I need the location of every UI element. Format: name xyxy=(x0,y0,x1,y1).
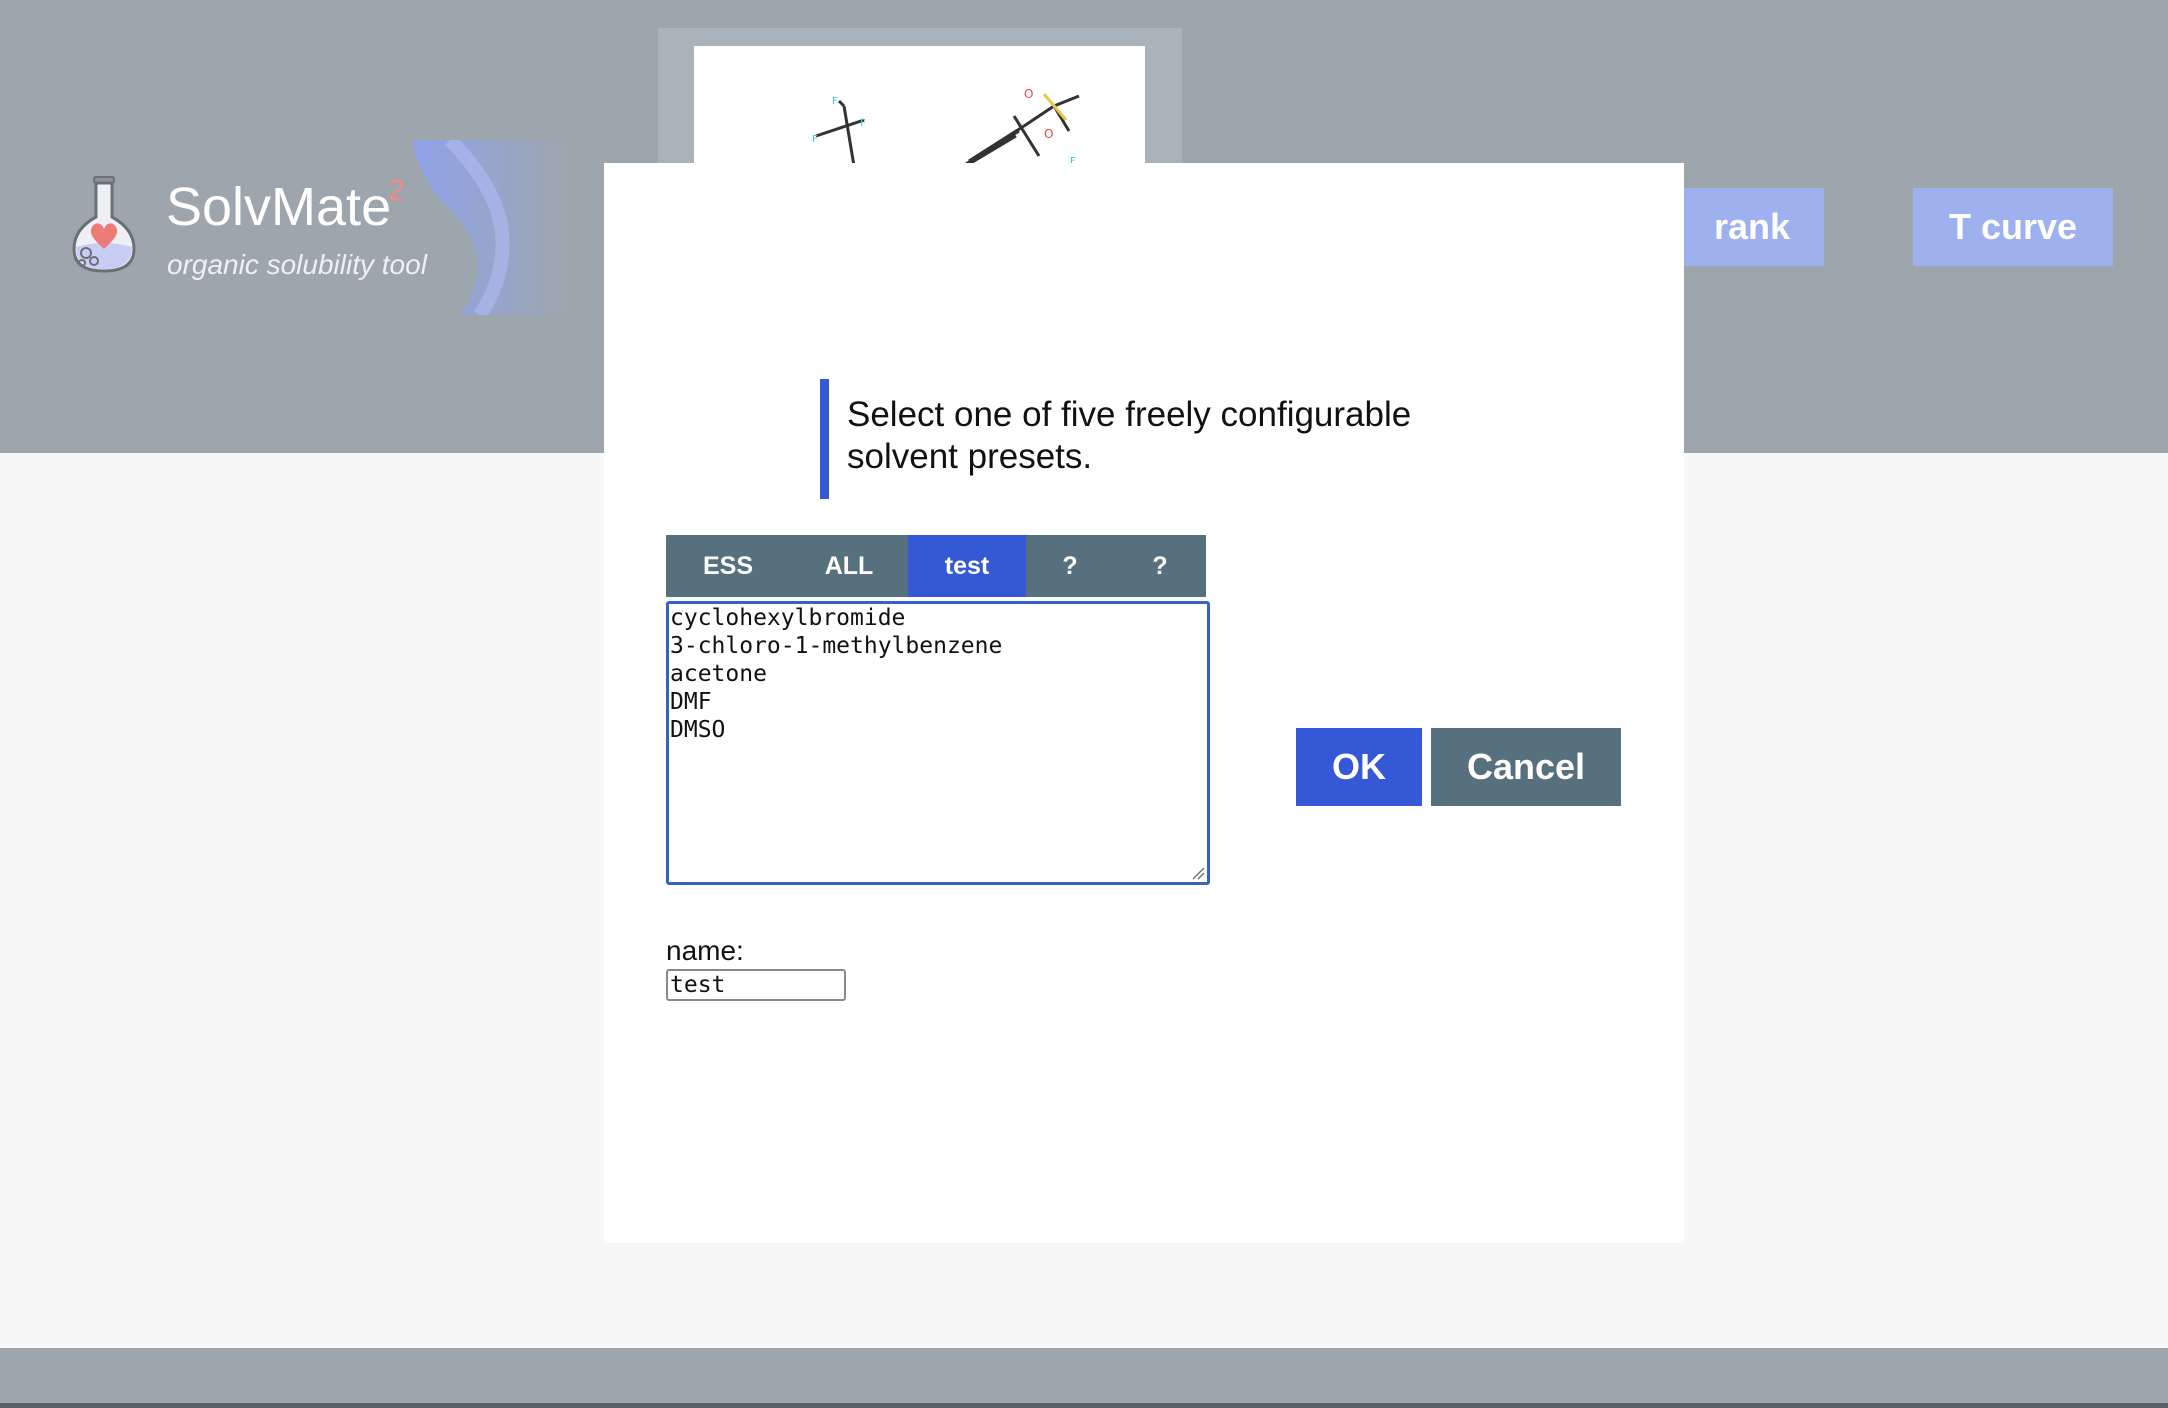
app-title: SolvMate xyxy=(166,177,392,237)
rank-button[interactable]: rank xyxy=(1680,188,1824,266)
tab-test[interactable]: test xyxy=(908,535,1026,597)
preset-tabs: ESS ALL test ? ? xyxy=(666,535,1206,597)
name-input[interactable] xyxy=(668,971,844,999)
svg-text:F: F xyxy=(860,118,866,129)
logo-wave-decoration xyxy=(412,140,570,315)
footer-bar xyxy=(0,1348,2168,1408)
resize-grip-icon[interactable] xyxy=(1189,864,1205,880)
molecule-preview[interactable]: F F F O O F xyxy=(694,46,1145,168)
flask-heart-logo-icon xyxy=(72,176,136,273)
svg-text:F: F xyxy=(832,96,838,107)
molecule-structure-icon: F F F O O F xyxy=(812,87,1080,168)
tab-all[interactable]: ALL xyxy=(790,535,908,597)
instruction-text: Select one of five freely configurable s… xyxy=(847,395,1412,476)
svg-text:O: O xyxy=(1024,87,1033,101)
tab-preset-4[interactable]: ? xyxy=(1026,535,1114,597)
solvent-preset-dialog: Select one of five freely configurable s… xyxy=(604,163,1684,1243)
footer-edge xyxy=(0,1403,2168,1408)
app-subtitle: organic solubility tool xyxy=(167,249,427,280)
name-label: name: xyxy=(666,935,744,966)
tab-preset-5[interactable]: ? xyxy=(1114,535,1206,597)
ok-button[interactable]: OK xyxy=(1296,728,1422,806)
tab-ess[interactable]: ESS xyxy=(666,535,790,597)
solvent-list-textarea[interactable]: cyclohexylbromide 3-chloro-1-methylbenze… xyxy=(669,604,1207,882)
instruction-accent-bar xyxy=(820,379,829,499)
t-curve-button[interactable]: T curve xyxy=(1913,188,2113,266)
svg-text:F: F xyxy=(812,134,818,145)
app-title-superscript: 2 xyxy=(388,174,405,207)
cancel-button[interactable]: Cancel xyxy=(1431,728,1621,806)
solvent-list-container: cyclohexylbromide 3-chloro-1-methylbenze… xyxy=(666,601,1210,885)
name-field-container xyxy=(666,969,846,1001)
svg-text:O: O xyxy=(1044,127,1053,141)
